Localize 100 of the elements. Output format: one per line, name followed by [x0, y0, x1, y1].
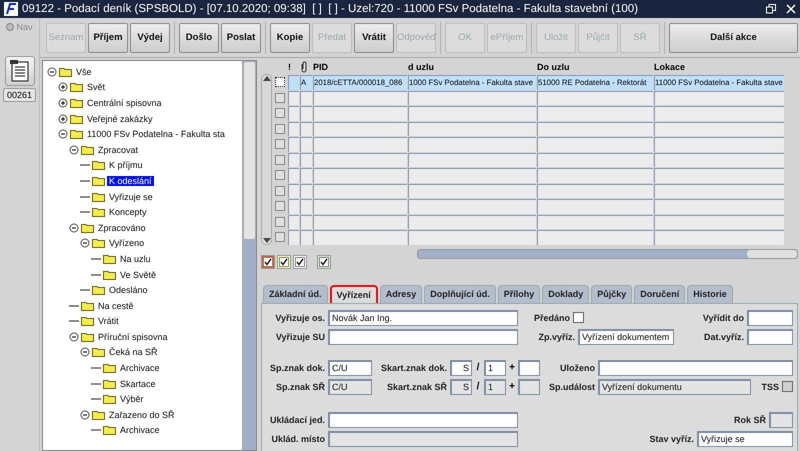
tree-item[interactable]: Zařazeno do SŘ — [107, 410, 177, 420]
tree-item[interactable]: Vyřizuje se — [107, 192, 155, 202]
tree-item[interactable]: Vyřízeno — [107, 238, 146, 248]
toolbar-button[interactable]: Další akce — [669, 22, 798, 52]
collapse-icon[interactable] — [80, 238, 90, 248]
toolbar-button[interactable]: Došlo — [179, 22, 219, 52]
collapse-icon[interactable] — [69, 222, 79, 233]
toolbar-button[interactable]: Kopie — [270, 22, 310, 52]
tree-item[interactable]: Zpracováno — [96, 222, 148, 233]
input-field[interactable] — [518, 360, 540, 376]
collapse-icon[interactable] — [69, 332, 79, 342]
tab[interactable]: Historie — [687, 284, 733, 302]
tree-item[interactable]: 11000 FSv Podatelna - Fakulta sta — [85, 129, 227, 140]
tree-item[interactable]: K příjmu — [107, 160, 145, 170]
column-header[interactable]: Do uzlu — [537, 60, 653, 74]
filter-checkbox[interactable] — [317, 254, 331, 268]
tree-item[interactable]: Příruční spisovna — [96, 332, 170, 342]
column-header[interactable]: d uzlu — [408, 60, 536, 74]
table-cell — [300, 168, 312, 182]
input-field[interactable]: Vyřízení dokumentem — [578, 328, 674, 344]
tree-item[interactable]: Skartace — [118, 378, 158, 389]
tree-item[interactable]: Koncepty — [107, 207, 149, 218]
toolbar-button[interactable]: Příjem — [88, 22, 128, 52]
input-field[interactable] — [328, 412, 518, 428]
tree-item[interactable]: Ve Světě — [118, 270, 158, 280]
tab[interactable]: Doplňující úd. — [424, 284, 496, 302]
collapse-icon[interactable] — [80, 410, 90, 420]
tree-item[interactable]: Archivace — [118, 363, 162, 374]
input-field[interactable]: C/U — [328, 360, 372, 376]
filter-checkbox[interactable] — [261, 254, 275, 268]
field-label: Sp.znak dok. — [268, 362, 326, 372]
tree-item[interactable]: Na cestě — [96, 300, 136, 311]
radio-icon[interactable] — [6, 23, 14, 31]
column-header[interactable]: PID — [313, 60, 407, 74]
tree-item[interactable]: Výběr — [118, 394, 146, 404]
tab[interactable]: Doklady — [542, 284, 590, 302]
tree-item[interactable]: Vše — [74, 66, 94, 77]
tab[interactable]: Přílohy — [498, 284, 540, 302]
tree-item[interactable]: K odeslání — [107, 176, 154, 186]
tree-item[interactable]: Zpracovat — [96, 144, 140, 155]
collapse-icon[interactable] — [69, 144, 79, 155]
tree-item[interactable]: Centrální spisovna — [85, 98, 164, 108]
input-field[interactable] — [518, 378, 540, 394]
input-field[interactable]: 1 — [484, 360, 506, 376]
row-checkbox[interactable] — [275, 77, 285, 87]
tree-item[interactable]: Vrátit — [96, 316, 121, 326]
scroll-up-icon[interactable] — [262, 75, 270, 81]
collapse-icon[interactable] — [80, 347, 90, 358]
tab[interactable]: Adresy — [380, 284, 422, 302]
tree-item[interactable]: Veřejné zakázky — [85, 114, 155, 124]
field-label: Sp.znak SŘ — [274, 382, 326, 392]
input-field[interactable] — [747, 328, 793, 344]
table-cell — [288, 137, 299, 152]
tab[interactable]: Půjčky — [591, 284, 632, 302]
input-field[interactable] — [598, 360, 793, 376]
collapse-icon[interactable] — [47, 66, 57, 77]
scrollbar[interactable] — [261, 74, 272, 244]
column-header[interactable]: Lokace — [654, 60, 784, 74]
tab[interactable]: Základní úd. — [263, 284, 328, 302]
input-field[interactable] — [747, 310, 793, 326]
table-cell — [288, 214, 299, 229]
restore-icon[interactable] — [766, 4, 776, 14]
filter-checkbox[interactable] — [293, 254, 307, 268]
separator-symbol: + — [508, 362, 516, 373]
tree-item[interactable]: Na uzlu — [118, 254, 153, 264]
scrollbar[interactable] — [242, 61, 256, 450]
table-cell — [300, 199, 312, 214]
expand-icon[interactable] — [58, 82, 68, 92]
close-icon[interactable] — [786, 4, 796, 14]
table-cell — [288, 168, 299, 182]
folder-icon — [103, 378, 116, 389]
scroll-down-icon[interactable] — [262, 238, 270, 244]
toolbar-button[interactable]: Výdej — [130, 22, 170, 52]
column-header[interactable]: ! — [288, 60, 299, 74]
filter-checkbox[interactable] — [277, 254, 291, 268]
table-cell — [300, 214, 312, 229]
document-button[interactable] — [4, 56, 34, 86]
app-logo-icon — [4, 2, 18, 16]
scrollbar[interactable] — [417, 248, 798, 258]
folder-icon — [81, 222, 94, 233]
folder-icon — [70, 98, 83, 108]
input-field[interactable] — [328, 328, 518, 344]
tab[interactable]: Vyřízení — [330, 284, 378, 302]
toolbar-button[interactable]: Vrátit — [354, 22, 394, 52]
input-field[interactable]: Vyřizuje se — [697, 430, 793, 446]
expand-icon[interactable] — [58, 98, 68, 108]
tree-item[interactable]: Archivace — [118, 425, 162, 436]
field-label: Stav vyříz. — [649, 434, 695, 444]
collapse-icon[interactable] — [58, 129, 68, 140]
toolbar-button[interactable]: Poslat — [221, 22, 261, 52]
expand-icon[interactable] — [58, 114, 68, 124]
folder-icon — [59, 66, 72, 77]
tree-item[interactable]: Odesláno — [107, 285, 150, 296]
input-field[interactable]: S — [450, 360, 472, 376]
tree-item[interactable]: Čeká na SŘ — [107, 347, 160, 358]
tab[interactable]: Doručení — [634, 284, 686, 302]
separator-symbol: / — [476, 362, 480, 373]
checkbox[interactable] — [573, 312, 584, 323]
input-field[interactable]: Novák Jan Ing. — [328, 310, 518, 326]
tree-item[interactable]: Svět — [85, 82, 108, 92]
